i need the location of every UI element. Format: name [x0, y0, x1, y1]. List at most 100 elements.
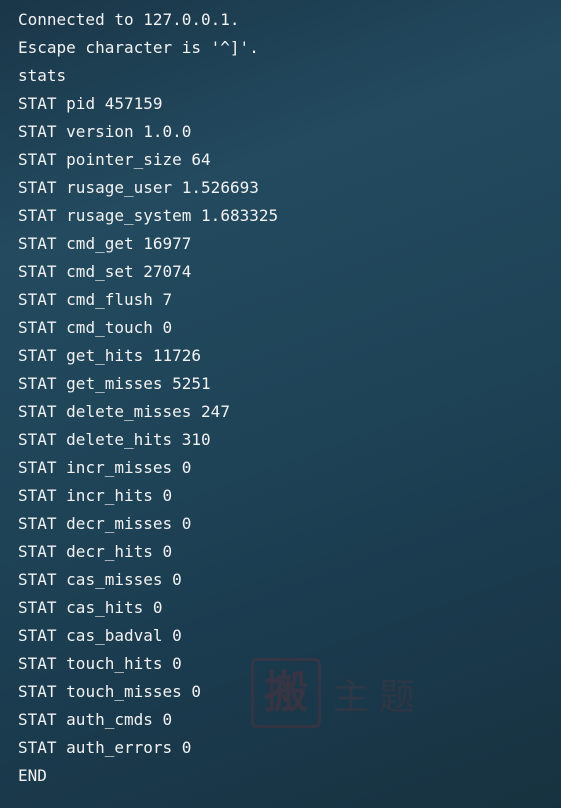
stat-key: touch_hits — [66, 654, 162, 673]
stat-prefix: STAT — [18, 598, 66, 617]
stat-line: STAT decr_hits 0 — [18, 538, 561, 566]
stat-key: auth_errors — [66, 738, 172, 757]
stat-value: 0 — [163, 710, 173, 729]
stat-line: STAT cmd_flush 7 — [18, 286, 561, 314]
stat-line: STAT version 1.0.0 — [18, 118, 561, 146]
stat-prefix: STAT — [18, 290, 66, 309]
stat-separator — [95, 94, 105, 113]
terminal-output: Connected to 127.0.0.1. Escape character… — [18, 6, 561, 790]
stat-key: decr_hits — [66, 542, 153, 561]
stat-line: STAT auth_errors 0 — [18, 734, 561, 762]
stat-value: 0 — [182, 458, 192, 477]
stat-prefix: STAT — [18, 654, 66, 673]
stat-line: STAT delete_hits 310 — [18, 426, 561, 454]
stat-value: 457159 — [105, 94, 163, 113]
stat-value: 1.526693 — [182, 178, 259, 197]
stat-value: 0 — [163, 318, 173, 337]
stat-prefix: STAT — [18, 122, 66, 141]
stat-value: 16977 — [143, 234, 191, 253]
stat-prefix: STAT — [18, 542, 66, 561]
stat-prefix: STAT — [18, 346, 66, 365]
stat-separator — [191, 206, 201, 225]
stat-key: pointer_size — [66, 150, 182, 169]
stat-separator — [134, 234, 144, 253]
stat-separator — [163, 374, 173, 393]
stat-key: decr_misses — [66, 514, 172, 533]
stat-line: STAT rusage_system 1.683325 — [18, 202, 561, 230]
stat-value: 0 — [153, 598, 163, 617]
stat-prefix: STAT — [18, 514, 66, 533]
stat-line: STAT decr_misses 0 — [18, 510, 561, 538]
stat-prefix: STAT — [18, 710, 66, 729]
stat-value: 0 — [163, 542, 173, 561]
stat-line: STAT rusage_user 1.526693 — [18, 174, 561, 202]
stat-value: 27074 — [143, 262, 191, 281]
stat-separator — [172, 178, 182, 197]
stat-prefix: STAT — [18, 570, 66, 589]
stat-separator — [172, 458, 182, 477]
stat-key: get_misses — [66, 374, 162, 393]
stat-line: STAT touch_misses 0 — [18, 678, 561, 706]
stat-key: cmd_get — [66, 234, 133, 253]
stat-key: cmd_touch — [66, 318, 153, 337]
stat-line: STAT cmd_get 16977 — [18, 230, 561, 258]
stat-key: incr_misses — [66, 458, 172, 477]
stat-separator — [172, 514, 182, 533]
stat-separator — [191, 402, 201, 421]
stat-prefix: STAT — [18, 150, 66, 169]
stat-key: touch_misses — [66, 682, 182, 701]
stat-key: incr_hits — [66, 486, 153, 505]
stat-line: STAT pid 457159 — [18, 90, 561, 118]
stat-value: 0 — [182, 738, 192, 757]
stat-prefix: STAT — [18, 374, 66, 393]
stat-line: STAT incr_hits 0 — [18, 482, 561, 510]
stat-key: delete_misses — [66, 402, 191, 421]
stat-value: 247 — [201, 402, 230, 421]
stat-value: 5251 — [172, 374, 211, 393]
command-line: stats — [18, 62, 561, 90]
stat-key: rusage_user — [66, 178, 172, 197]
stat-separator — [153, 542, 163, 561]
stat-value: 310 — [182, 430, 211, 449]
stat-separator — [163, 654, 173, 673]
stat-key: version — [66, 122, 133, 141]
stat-line: STAT cmd_set 27074 — [18, 258, 561, 286]
stat-line: STAT delete_misses 247 — [18, 398, 561, 426]
stat-value: 1.0.0 — [143, 122, 191, 141]
stat-separator — [153, 290, 163, 309]
stat-separator — [134, 122, 144, 141]
stat-line: STAT cas_badval 0 — [18, 622, 561, 650]
stat-key: cas_misses — [66, 570, 162, 589]
stat-prefix: STAT — [18, 458, 66, 477]
stat-prefix: STAT — [18, 94, 66, 113]
stat-separator — [143, 346, 153, 365]
stat-prefix: STAT — [18, 430, 66, 449]
stat-key: rusage_system — [66, 206, 191, 225]
stat-value: 0 — [182, 514, 192, 533]
stat-key: auth_cmds — [66, 710, 153, 729]
stat-separator — [163, 626, 173, 645]
stat-value: 64 — [191, 150, 210, 169]
stat-key: pid — [66, 94, 95, 113]
stat-separator — [182, 682, 192, 701]
stat-prefix: STAT — [18, 682, 66, 701]
stat-separator — [153, 710, 163, 729]
end-line: END — [18, 762, 561, 790]
stat-line: STAT get_misses 5251 — [18, 370, 561, 398]
stat-separator — [182, 150, 192, 169]
stat-line: STAT pointer_size 64 — [18, 146, 561, 174]
stat-prefix: STAT — [18, 178, 66, 197]
stat-separator — [153, 486, 163, 505]
stat-line: STAT touch_hits 0 — [18, 650, 561, 678]
stat-key: get_hits — [66, 346, 143, 365]
stat-separator — [172, 430, 182, 449]
stat-value: 0 — [172, 654, 182, 673]
stat-separator — [163, 570, 173, 589]
stat-prefix: STAT — [18, 234, 66, 253]
stat-separator — [134, 262, 144, 281]
stat-line: STAT auth_cmds 0 — [18, 706, 561, 734]
stat-line: STAT cmd_touch 0 — [18, 314, 561, 342]
stat-value: 0 — [163, 486, 173, 505]
stat-separator — [143, 598, 153, 617]
connected-line: Connected to 127.0.0.1. — [18, 6, 561, 34]
